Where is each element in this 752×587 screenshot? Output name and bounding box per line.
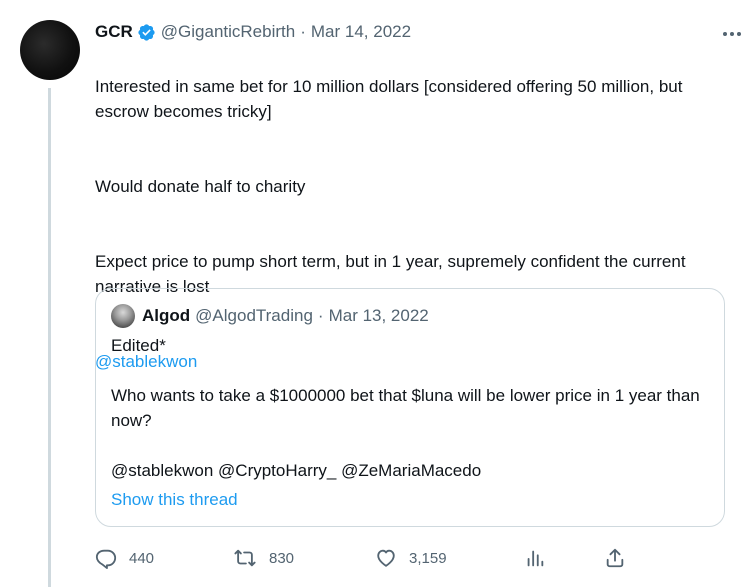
- separator-dot: ·: [300, 22, 306, 41]
- tweet-paragraph: Interested in same bet for 10 million do…: [95, 77, 683, 121]
- show-thread-link[interactable]: Show this thread: [111, 487, 709, 512]
- thread-line: [48, 88, 51, 587]
- separator-dot: ·: [317, 306, 324, 325]
- quoted-author-handle: @AlgodTrading: [195, 306, 313, 325]
- quoted-tweet-text: Edited* Who wants to take a $1000000 bet…: [111, 333, 709, 483]
- author-avatar[interactable]: [20, 20, 80, 80]
- quoted-paragraph: Edited*: [111, 336, 166, 355]
- quoted-paragraph: @stablekwon @CryptoHarry_ @ZeMariaMacedo: [111, 461, 482, 480]
- analytics-button[interactable]: [524, 544, 546, 572]
- reply-button[interactable]: 440: [95, 544, 154, 572]
- quoted-tweet-header: Algod @AlgodTrading · Mar 13, 2022: [111, 303, 709, 329]
- retweet-count: 830: [269, 549, 295, 567]
- like-count: 3,159: [409, 549, 447, 567]
- quoted-author-avatar: [111, 304, 135, 328]
- tweet-paragraph: Would donate half to charity: [95, 177, 306, 196]
- quoted-author-name: Algod: [142, 306, 191, 325]
- reply-count: 440: [129, 549, 155, 567]
- quoted-tweet-date: Mar 13, 2022: [328, 306, 429, 325]
- tweet-page: GCR @GiganticRebirth · Mar 14, 2022 Inte…: [0, 0, 752, 587]
- quoted-paragraph: Who wants to take a $1000000 bet that $l…: [111, 386, 700, 430]
- author-name[interactable]: GCR: [95, 22, 133, 42]
- retweet-icon: [233, 547, 257, 569]
- analytics-icon: [524, 547, 546, 569]
- like-button[interactable]: 3,159: [375, 544, 447, 572]
- verified-badge-icon: [137, 23, 156, 42]
- share-button[interactable]: [604, 544, 626, 572]
- tweet-date[interactable]: Mar 14, 2022: [311, 22, 411, 42]
- author-handle[interactable]: @GiganticRebirth: [161, 22, 295, 42]
- tweet-actions: 440 830 3,159: [95, 544, 735, 572]
- quoted-tweet[interactable]: Algod @AlgodTrading · Mar 13, 2022 Edite…: [95, 288, 725, 527]
- tweet-header: GCR @GiganticRebirth · Mar 14, 2022: [95, 18, 735, 46]
- heart-icon: [375, 547, 397, 569]
- retweet-button[interactable]: 830: [233, 544, 294, 572]
- share-icon: [604, 547, 626, 569]
- more-dots-icon[interactable]: [722, 24, 742, 36]
- reply-icon: [95, 547, 117, 569]
